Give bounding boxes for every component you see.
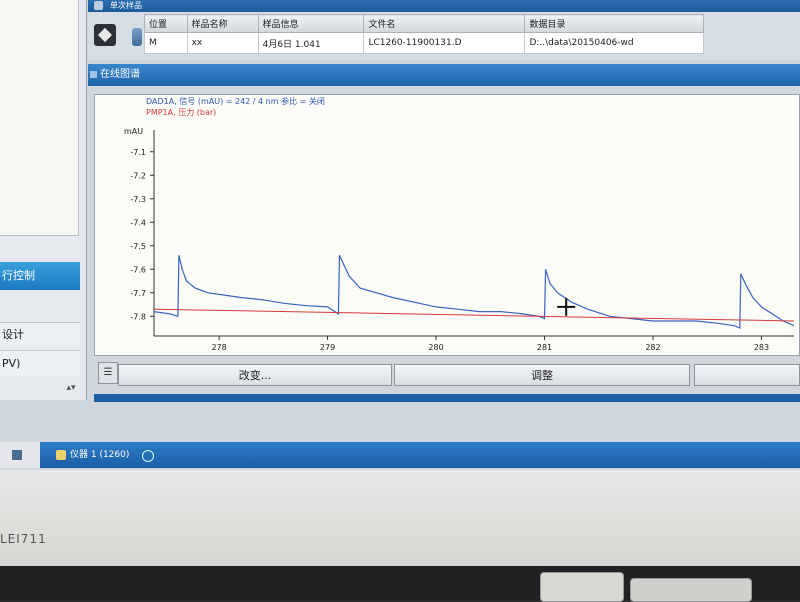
data-directory-cell[interactable]: D:..\data\20150406-wd — [524, 32, 704, 54]
y-tick-label: -7.3 — [130, 195, 146, 204]
legend-pump-pressure: PMP1A, 压力 (bar) — [146, 108, 217, 117]
y-axis-label: mAU — [124, 127, 143, 136]
settings-icon[interactable]: ☰ — [98, 362, 118, 384]
vial-icon — [132, 28, 142, 46]
x-tick-label: 278 — [211, 343, 226, 352]
instrument-task-button[interactable]: 仪器 1 (1260) — [52, 446, 156, 464]
file-name-cell[interactable]: LC1260-11900131.D — [363, 32, 526, 54]
pin-icon[interactable] — [94, 1, 103, 10]
y-tick-label: -7.4 — [130, 218, 146, 227]
y-tick-label: -7.8 — [130, 312, 146, 321]
y-tick-label: -7.7 — [130, 289, 146, 298]
table-row: M xx 4月6日 1.041 LC1260-11900131.D D:..\d… — [144, 32, 704, 54]
design-nav-item[interactable]: 设计 — [0, 322, 80, 346]
column-header-sample-info: 样品信息 — [257, 13, 365, 34]
button-row: 改变... 调整 — [94, 358, 800, 392]
tray-icon[interactable] — [142, 450, 154, 462]
windows-icon[interactable] — [12, 450, 22, 460]
sample-icon[interactable] — [94, 24, 116, 46]
scroll-icon[interactable]: ▴▾ — [62, 380, 80, 396]
x-tick-label: 281 — [537, 343, 552, 352]
monitor-button[interactable] — [630, 578, 752, 602]
y-tick-label: -7.2 — [130, 171, 146, 180]
column-header-file-name: 文件名 — [363, 13, 526, 34]
column-header-data-directory: 数据目录 — [524, 13, 704, 34]
window-border — [94, 394, 800, 402]
single-sample-titlebar: 单次样品 — [88, 0, 800, 12]
single-sample-title: 单次样品 — [110, 1, 142, 10]
pv-nav-item[interactable]: PV) — [0, 350, 80, 376]
screen: 行控制 设计 PV) ▴▾ 单次样品 位置 样品名称 样品信息 文件名 数据目录… — [0, 0, 800, 470]
single-sample-panel: 单次样品 位置 样品名称 样品信息 文件名 数据目录 M xx 4月6日 1.0… — [88, 0, 800, 60]
left-navigation-pane: 行控制 设计 PV) ▴▾ — [0, 0, 87, 400]
online-signal-title: 在线图谱 — [100, 69, 140, 80]
dad-signal-line — [153, 254, 795, 329]
taskbar: 仪器 1 (1260) — [0, 442, 800, 468]
x-tick-label: 282 — [645, 343, 660, 352]
column-header-sample-name: 样品名称 — [186, 13, 259, 34]
table-header-row: 位置 样品名称 样品信息 文件名 数据目录 — [144, 13, 704, 34]
chart-legend: DAD1A, 信号 (mAU) = 242 / 4 nm 参比 = 关闭 PMP… — [146, 96, 325, 118]
x-tick-label: 280 — [428, 343, 443, 352]
sample-info-table: 位置 样品名称 样品信息 文件名 数据目录 M xx 4月6日 1.041 LC… — [144, 13, 704, 54]
y-tick-label: -7.6 — [130, 265, 146, 274]
run-control-nav-item[interactable]: 行控制 — [0, 262, 80, 290]
monitor-brand-label: LEI711 — [0, 532, 47, 546]
x-tick-label: 279 — [320, 343, 335, 352]
start-area[interactable] — [0, 442, 40, 468]
adjust-button[interactable]: 调整 — [394, 364, 690, 386]
y-tick-label: -7.5 — [130, 242, 146, 251]
position-cell[interactable]: M — [144, 32, 188, 54]
monitor-button[interactable] — [540, 572, 624, 602]
y-tick-label: -7.1 — [130, 148, 146, 157]
column-header-position: 位置 — [144, 13, 188, 34]
sample-name-cell[interactable]: xx — [186, 32, 259, 54]
x-tick-label: 283 — [754, 343, 769, 352]
change-button[interactable]: 改变... — [118, 364, 392, 386]
sample-info-cell[interactable]: 4月6日 1.041 — [257, 32, 365, 54]
online-signal-titlebar: 在线图谱 — [88, 64, 800, 86]
extra-button[interactable] — [694, 364, 800, 386]
legend-dad-signal: DAD1A, 信号 (mAU) = 242 / 4 nm 参比 = 关闭 — [146, 97, 325, 106]
left-tree-area — [0, 0, 79, 236]
pin-icon[interactable] — [90, 71, 97, 78]
signal-chart[interactable]: mAU -7.1 -7.2 -7.3 -7.4 -7.5 -7.6 -7.7 -7.8 278 27… — [94, 122, 800, 356]
